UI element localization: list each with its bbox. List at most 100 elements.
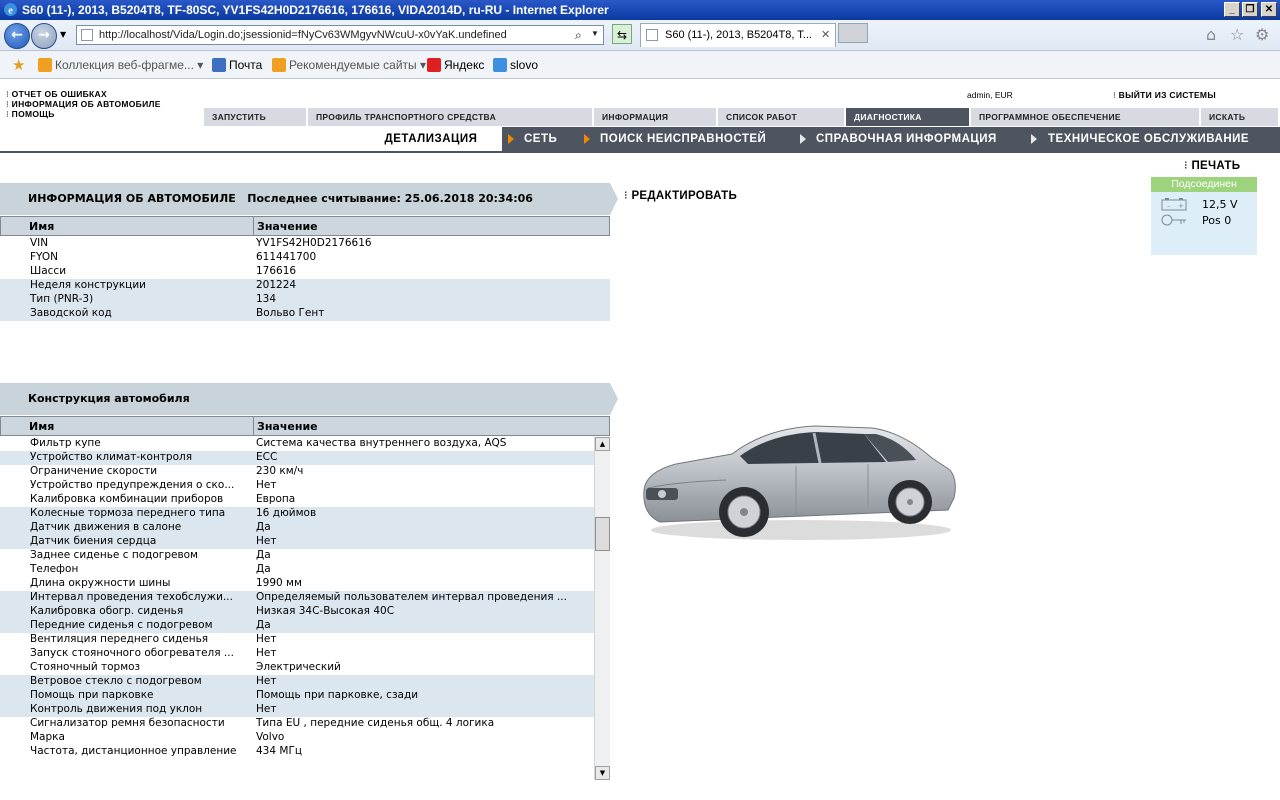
logout-link[interactable]: ВЫЙТИ ИЗ СИСТЕМЫ <box>1113 90 1216 101</box>
bing-icon <box>272 58 286 72</box>
table-row: Заднее сиденье с подогревом Да <box>30 549 271 561</box>
table-row: Контроль движения под уклон Нет <box>0 703 594 717</box>
table-row: Интервал проведения техобслужи... Определ… <box>0 591 594 605</box>
tab-diagnostics[interactable]: ДИАГНОСТИКА <box>846 108 971 126</box>
scroll-down-icon[interactable]: ▼ <box>595 766 610 780</box>
tab-start[interactable]: ЗАПУСТИТЬ <box>204 108 308 126</box>
yandex-icon <box>427 58 441 72</box>
tab-page-icon <box>646 29 658 41</box>
vehicle-info-column-header: Имя Значение <box>0 216 610 236</box>
table-row: Калибровка комбинации приборов Европа <box>30 493 296 505</box>
ignition-position: Pos 0 <box>1202 214 1232 227</box>
table-row: Вентиляция переднего сиденья Нет <box>30 633 277 645</box>
home-icon[interactable]: ⌂ <box>1206 25 1216 44</box>
tab-close-icon[interactable]: ✕ <box>821 28 830 41</box>
table-row: Запуск стояночного обогревателя ... Нет <box>30 647 277 659</box>
collection-icon <box>38 58 52 72</box>
table-row: Телефон Да <box>30 563 271 575</box>
last-read-text: Последнее считывание: 25.06.2018 20:34:0… <box>247 192 533 205</box>
table-row: Устройство предупреждения о ско... Нет <box>30 479 277 491</box>
table-row: Датчик движения в салоне Да <box>0 521 594 535</box>
table-row: Длина окружности шины 1990 мм <box>30 577 302 589</box>
window-title-bar: e S60 (11-), 2013, B5204T8, TF-80SC, YV1… <box>0 0 1280 20</box>
col-name: Имя <box>29 220 55 233</box>
minimize-button[interactable]: _ <box>1224 2 1240 17</box>
table-row: Датчик биения сердца Нет <box>0 535 594 549</box>
favorites-star-icon[interactable]: ☆ <box>1230 25 1244 44</box>
table-row: Ветровое стекло с подогревом Нет <box>0 675 594 689</box>
help-link[interactable]: ПОМОЩЬ <box>6 109 55 120</box>
main-tabs: ЗАПУСТИТЬ ПРОФИЛЬ ТРАНСПОРТНОГО СРЕДСТВА… <box>204 108 1280 126</box>
fav-item-recommended[interactable]: Рекомендуемые сайты ▾ <box>272 58 426 72</box>
connection-status: Подсоединен <box>1151 177 1257 192</box>
car-image <box>643 425 956 540</box>
table-row: Устройство климат-контроля ECC <box>0 451 594 465</box>
table-row: Фильтр купе Система качества внутреннего … <box>30 437 507 449</box>
col-value: Значение <box>257 220 318 233</box>
col-value: Значение <box>257 420 318 433</box>
connection-panel: Подсоединен – + 12,5 V Pos 0 <box>1151 177 1257 255</box>
table-row: Стояночный тормоз Электрический <box>30 661 341 673</box>
print-link[interactable]: ⁝ ПЕЧАТЬ <box>1184 158 1240 172</box>
tab-search[interactable]: ИСКАТЬ <box>1201 108 1280 126</box>
browser-toolbar: ← → ▼ http://localhost/Vida/Login.do;jse… <box>0 20 1280 51</box>
table-row: Колесные тормоза переднего типа 16 дюймов <box>0 507 594 521</box>
close-window-button[interactable]: ✕ <box>1261 2 1277 17</box>
ie-page-icon <box>493 58 507 72</box>
fav-item-yandex[interactable]: Яндекс <box>427 58 484 72</box>
back-button[interactable]: ← <box>4 23 30 49</box>
table-row: Сигнализатор ремня безопасности Типа EU ,… <box>30 717 495 729</box>
table-row: Передние сиденья с подогревом Да <box>0 619 594 633</box>
tab-information[interactable]: ИНФОРМАЦИЯ <box>594 108 718 126</box>
svg-text:e: e <box>8 5 13 16</box>
refresh-icon[interactable]: ⇆ <box>612 24 632 44</box>
tab-work-list[interactable]: СПИСОК РАБОТ <box>718 108 846 126</box>
fav-item-slovo[interactable]: slovo <box>493 58 538 72</box>
maximize-button[interactable]: ❐ <box>1242 2 1258 17</box>
table-row: Неделя конструкции 201224 <box>0 279 610 293</box>
favorites-bar: ★ Коллекция веб-фрагме... ▾ Почта Рекоме… <box>0 51 1280 79</box>
vehicle-info-header: ИНФОРМАЦИЯ ОБ АВТОМОБИЛЕ Последнее считы… <box>0 183 618 215</box>
arrow-icon <box>584 134 590 144</box>
browser-tab[interactable]: S60 (11-), 2013, B5204T8, T... ✕ <box>640 23 836 47</box>
arrow-icon <box>1031 134 1037 144</box>
user-info: admin, EUR <box>967 90 1013 100</box>
ie-logo-icon: e <box>3 2 18 16</box>
table-row: Ограничение скорости 230 км/ч <box>30 465 304 477</box>
subtab-troubleshooting[interactable]: ПОИСК НЕИСПРАВНОСТЕЙ <box>600 127 766 151</box>
new-tab-button[interactable] <box>838 23 868 43</box>
favorites-star-add-icon[interactable]: ★ <box>12 56 25 74</box>
battery-icon: – + <box>1161 198 1187 211</box>
construction-header: Конструкция автомобиля <box>0 383 618 415</box>
forward-button[interactable]: → <box>31 23 57 49</box>
construction-column-header: Имя Значение <box>0 416 610 436</box>
subtab-reference[interactable]: СПРАВОЧНАЯ ИНФОРМАЦИЯ <box>816 127 997 151</box>
fav-item-mail[interactable]: Почта <box>212 58 262 72</box>
tab-software[interactable]: ПРОГРАММНОЕ ОБЕСПЕЧЕНИЕ <box>971 108 1201 126</box>
sub-tabs: ДЕТАЛИЗАЦИЯ СЕТЬ ПОИСК НЕИСПРАВНОСТЕЙ СП… <box>360 127 1280 151</box>
history-dropdown-icon[interactable]: ▼ <box>60 30 66 39</box>
scroll-up-icon[interactable]: ▲ <box>595 437 610 451</box>
address-dropdown-icon[interactable]: ▼ <box>591 29 599 38</box>
subtab-details[interactable]: ДЕТАЛИЗАЦИЯ <box>360 127 502 151</box>
construction-scrollbar[interactable]: ▲ ▼ <box>594 437 610 780</box>
address-bar[interactable]: http://localhost/Vida/Login.do;jsessioni… <box>76 25 604 45</box>
table-row: Помощь при парковке Помощь при парковке, … <box>0 689 594 703</box>
scroll-thumb[interactable] <box>595 517 610 551</box>
table-row: FYON 611441700 <box>30 251 317 263</box>
subtab-network[interactable]: СЕТЬ <box>524 127 557 151</box>
subtab-maintenance[interactable]: ТЕХНИЧЕСКОЕ ОБСЛУЖИВАНИЕ <box>1048 127 1249 151</box>
tab-vehicle-profile[interactable]: ПРОФИЛЬ ТРАНСПОРТНОГО СРЕДСТВА <box>308 108 594 126</box>
key-icon <box>1161 214 1186 226</box>
table-row: Марка Volvo <box>30 731 285 743</box>
col-name: Имя <box>29 420 55 433</box>
edit-link[interactable]: ⁝ РЕДАКТИРОВАТЬ <box>624 188 737 202</box>
page-icon <box>81 29 93 41</box>
table-row: Заводской код Вольво Гент <box>0 307 610 321</box>
window-title: S60 (11-), 2013, B5204T8, TF-80SC, YV1FS… <box>22 3 609 17</box>
table-row: Частота, дистанционное управление 434 МГц <box>30 745 302 757</box>
tools-gear-icon[interactable]: ⚙ <box>1255 25 1269 44</box>
search-icon[interactable]: ⌕ <box>575 28 582 43</box>
fav-item-collection[interactable]: Коллекция веб-фрагме... ▾ <box>38 58 203 72</box>
voltage-value: 12,5 V <box>1202 198 1238 211</box>
